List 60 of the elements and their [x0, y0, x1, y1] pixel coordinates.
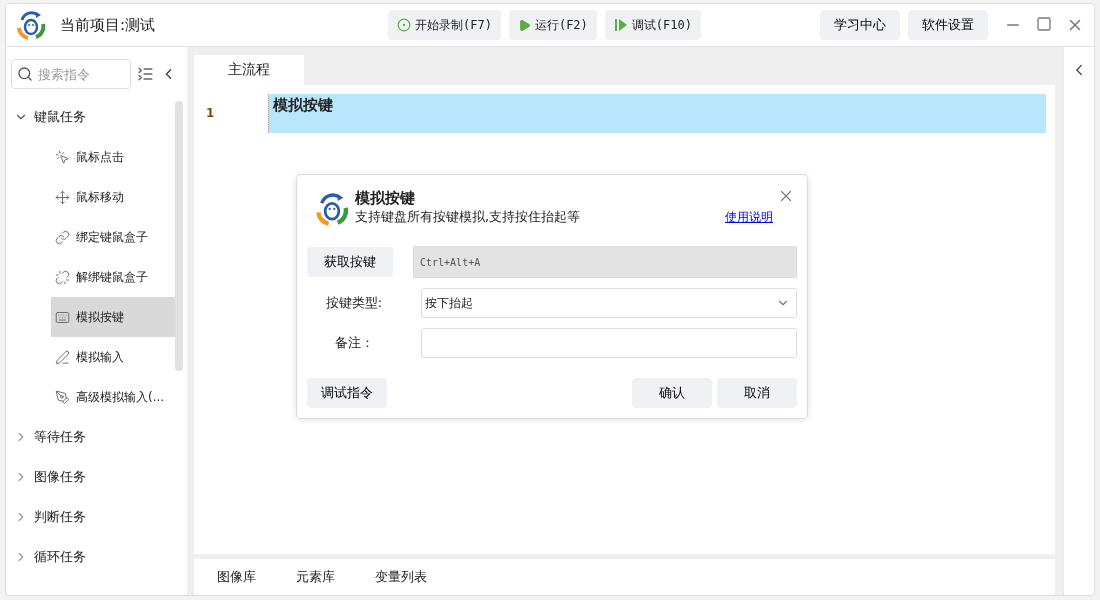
sidebar-item[interactable]: 高级模拟输入(... — [51, 377, 175, 417]
sidebar-item[interactable]: 鼠标点击 — [51, 137, 175, 177]
dialog-subtitle: 支持键盘所有按键模拟,支持按住抬起等 — [355, 208, 582, 226]
play-icon — [517, 18, 531, 32]
logo-icon — [16, 10, 46, 40]
window-title: 当前项目:测试 — [60, 15, 157, 35]
sidebar-item[interactable]: 模拟按键 — [51, 297, 175, 337]
step-play-icon — [613, 18, 628, 32]
toolbar-button[interactable]: 运行(F2) — [508, 10, 597, 40]
collapse-list-icon[interactable] — [137, 65, 154, 83]
key-field[interactable]: Ctrl+Alt+A — [413, 246, 797, 278]
sidebar-group[interactable]: 键鼠任务 — [34, 108, 86, 126]
sidebar-item[interactable]: 模拟输入 — [51, 337, 175, 377]
sidebar-item-label: 鼠标点击 — [76, 148, 124, 166]
debug-button[interactable]: 调试指令 — [307, 378, 387, 408]
capture-key-button[interactable]: 获取按键 — [307, 247, 393, 277]
header-button[interactable]: 学习中心 — [820, 10, 900, 40]
dialog-title: 模拟按键 — [355, 189, 416, 208]
help-link[interactable]: 使用说明 — [725, 209, 773, 226]
cursor-click-icon — [55, 149, 70, 165]
sidebar-group[interactable]: 判断任务 — [34, 508, 86, 526]
sidebar-item-label: 模拟按键 — [76, 308, 124, 326]
scrollbar-thumb[interactable] — [175, 101, 183, 371]
pencil-icon — [55, 349, 70, 365]
line-number: 1 — [205, 105, 216, 120]
pen-icon — [55, 389, 70, 405]
sidebar-item-label: 高级模拟输入(... — [76, 388, 165, 406]
keyboard-icon — [55, 309, 70, 325]
bottom-tab[interactable]: 元素库 — [283, 568, 348, 586]
note-field[interactable] — [421, 328, 797, 358]
maximize-icon[interactable] — [1036, 16, 1052, 32]
sidebar-group[interactable]: 循环任务 — [34, 548, 86, 566]
header-button[interactable]: 软件设置 — [908, 10, 988, 40]
field-label: 按键类型: — [324, 294, 384, 312]
sidebar-item-label: 模拟输入 — [76, 348, 124, 366]
move-arrows-icon — [55, 189, 70, 205]
logo-icon — [315, 192, 349, 226]
confirm-button[interactable]: 确认 — [632, 378, 712, 408]
command-block[interactable]: 模拟按键 — [268, 94, 1046, 133]
sidebar-item[interactable]: 解绑键鼠盒子 — [51, 257, 175, 297]
bottom-tab[interactable]: 变量列表 — [362, 568, 440, 586]
search-field[interactable]: 搜索指令 — [11, 59, 131, 89]
sidebar-item-label: 绑定键鼠盒子 — [76, 228, 148, 246]
search-icon — [17, 66, 33, 82]
toolbar-button[interactable]: 开始录制(F7) — [388, 10, 501, 40]
editor-tab[interactable]: 主流程 — [194, 55, 304, 85]
sidebar-item-label: 鼠标移动 — [76, 188, 124, 206]
key-type-select[interactable]: 按下抬起 — [421, 288, 797, 318]
sidebar-item[interactable]: 鼠标移动 — [51, 177, 175, 217]
sidebar-group[interactable]: 图像任务 — [34, 468, 86, 486]
field-label: 备注： — [333, 334, 375, 352]
sidebar-group[interactable]: 等待任务 — [34, 428, 86, 446]
toolbar-button[interactable]: 调试(F10) — [604, 10, 701, 40]
sidebar-item[interactable]: 绑定键鼠盒子 — [51, 217, 175, 257]
record-icon — [397, 18, 411, 32]
link-icon — [55, 229, 70, 245]
sidebar-item-label: 解绑键鼠盒子 — [76, 268, 148, 286]
cancel-button[interactable]: 取消 — [717, 378, 797, 408]
broken-link-icon — [55, 269, 70, 285]
bottom-tab[interactable]: 图像库 — [204, 568, 269, 586]
